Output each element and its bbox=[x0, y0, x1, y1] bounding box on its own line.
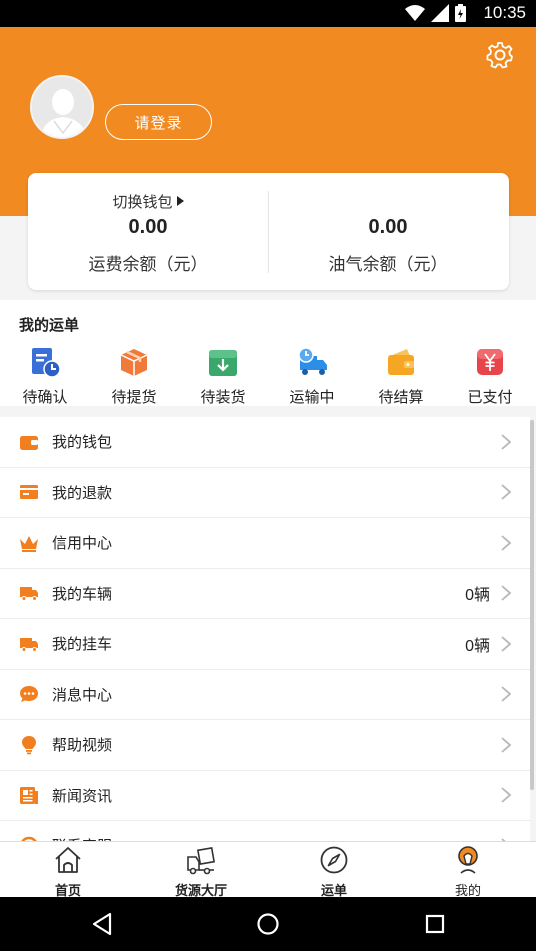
fuel-balance[interactable]: 0.00 油气余额（元） bbox=[268, 173, 508, 290]
menu-item-credit-center[interactable]: 信用中心 bbox=[0, 518, 530, 569]
menu-item-my-vehicles[interactable]: 我的车辆 0辆 bbox=[0, 569, 530, 619]
recents-icon[interactable] bbox=[419, 908, 451, 940]
fuel-label: 油气余额（元） bbox=[328, 255, 448, 275]
truck-clock-icon bbox=[298, 347, 327, 375]
chevron-right-icon bbox=[501, 585, 512, 601]
tab-cargo-hall[interactable]: 货源大厅 bbox=[156, 845, 246, 899]
order-status-in-transit[interactable]: 运输中 bbox=[267, 346, 357, 407]
freight-balance[interactable]: 切换钱包 0.00 运费余额（元） bbox=[28, 173, 268, 290]
chevron-right-icon bbox=[501, 787, 512, 803]
menu-item-label: 我的挂车 bbox=[52, 635, 113, 654]
status-icons bbox=[405, 4, 466, 22]
menu-item-my-trailers[interactable]: 我的挂车 0辆 bbox=[0, 619, 530, 670]
section-title: 我的运单 bbox=[19, 316, 80, 334]
my-orders-section: 我的运单 待确认 待提货 待装货 运输中 待结算 已支付 bbox=[0, 300, 536, 406]
chevron-right-icon bbox=[501, 535, 512, 551]
menu-item-label: 帮助视频 bbox=[52, 736, 113, 755]
avatar[interactable] bbox=[30, 75, 94, 139]
wallet-icon bbox=[20, 435, 38, 450]
switch-wallet-button[interactable]: 切换钱包 bbox=[28, 191, 268, 212]
menu-item-label: 消息中心 bbox=[52, 685, 113, 704]
caret-right-icon bbox=[176, 196, 184, 206]
order-status-label: 待装货 bbox=[200, 388, 246, 406]
gear-icon[interactable] bbox=[486, 41, 514, 69]
box-icon bbox=[120, 349, 148, 376]
trailer-icon bbox=[20, 637, 38, 652]
menu-item-refund[interactable]: 我的退款 bbox=[0, 468, 530, 518]
wifi-icon bbox=[405, 5, 425, 21]
order-status-label: 待确认 bbox=[22, 388, 68, 406]
chat-icon bbox=[20, 686, 38, 703]
menu-item-label: 我的车辆 bbox=[52, 584, 113, 603]
order-status-label: 待提货 bbox=[111, 388, 157, 406]
freight-amount: 0.00 bbox=[128, 216, 168, 238]
order-status-label: 运输中 bbox=[289, 388, 335, 406]
user-silhouette-icon bbox=[32, 77, 92, 137]
freight-label: 运费余额（元） bbox=[88, 255, 208, 275]
order-status-pending-confirm[interactable]: 待确认 bbox=[0, 346, 90, 407]
order-status-pending-pickup[interactable]: 待提货 bbox=[89, 346, 179, 407]
menu-item-news[interactable]: 新闻资讯 bbox=[0, 771, 530, 821]
chevron-right-icon bbox=[501, 686, 512, 702]
switch-wallet-label: 切换钱包 bbox=[112, 193, 173, 211]
tab-home[interactable]: 首页 bbox=[23, 845, 113, 899]
bottom-tab-bar: 首页 货源大厅 运单 我的 bbox=[0, 841, 536, 899]
chevron-right-icon bbox=[501, 434, 512, 450]
menu-item-message-center[interactable]: 消息中心 bbox=[0, 670, 530, 720]
truck-icon bbox=[20, 587, 38, 602]
wallet-icon bbox=[388, 349, 414, 375]
login-button[interactable]: 请登录 bbox=[105, 104, 212, 140]
menu-item-wallet[interactable]: 我的钱包 bbox=[0, 417, 530, 468]
order-status-label: 待结算 bbox=[378, 388, 424, 406]
chevron-right-icon bbox=[501, 636, 512, 652]
bulb-icon bbox=[22, 735, 36, 755]
yen-icon bbox=[477, 349, 503, 375]
menu-item-help-video[interactable]: 帮助视频 bbox=[0, 720, 530, 771]
scrollbar[interactable] bbox=[530, 420, 534, 790]
profile-icon bbox=[458, 846, 478, 874]
fuel-amount: 0.00 bbox=[368, 216, 408, 238]
signal-icon bbox=[431, 4, 449, 22]
wallet-card: 切换钱包 0.00 运费余额（元） 0.00 油气余额（元） bbox=[28, 173, 509, 290]
order-status-paid[interactable]: 已支付 bbox=[445, 346, 535, 407]
download-box-icon bbox=[209, 350, 237, 376]
cargo-truck-icon bbox=[187, 846, 216, 875]
menu-list: 我的钱包 我的退款 信用中心 我的车辆 0辆 我的挂车 0辆 消息中心 帮助视频… bbox=[0, 417, 530, 872]
order-status-pending-load[interactable]: 待装货 bbox=[178, 346, 268, 407]
order-status-pending-settle[interactable]: 待结算 bbox=[356, 346, 446, 407]
home-nav-icon[interactable] bbox=[252, 908, 284, 940]
status-time: 10:35 bbox=[483, 3, 526, 22]
compass-icon bbox=[320, 846, 348, 874]
chevron-right-icon bbox=[501, 484, 512, 500]
tab-waybill[interactable]: 运单 bbox=[289, 845, 379, 899]
status-bar: 10:35 bbox=[0, 0, 536, 27]
trailer-count: 0辆 bbox=[465, 637, 490, 655]
menu-item-label: 我的退款 bbox=[52, 483, 113, 502]
menu-item-label: 我的钱包 bbox=[52, 433, 113, 452]
battery-icon bbox=[455, 4, 466, 22]
home-icon bbox=[55, 847, 81, 873]
crown-icon bbox=[20, 535, 38, 552]
system-nav-bar bbox=[0, 897, 536, 951]
vehicle-count: 0辆 bbox=[465, 587, 490, 605]
news-icon bbox=[20, 787, 38, 805]
refund-icon bbox=[20, 485, 38, 500]
order-status-label: 已支付 bbox=[467, 388, 513, 406]
chevron-right-icon bbox=[501, 737, 512, 753]
tab-mine[interactable]: 我的 bbox=[423, 845, 513, 899]
clipboard-clock-icon bbox=[32, 348, 61, 378]
back-icon[interactable] bbox=[86, 908, 118, 940]
menu-item-label: 信用中心 bbox=[52, 534, 113, 553]
menu-item-label: 新闻资讯 bbox=[52, 786, 113, 805]
